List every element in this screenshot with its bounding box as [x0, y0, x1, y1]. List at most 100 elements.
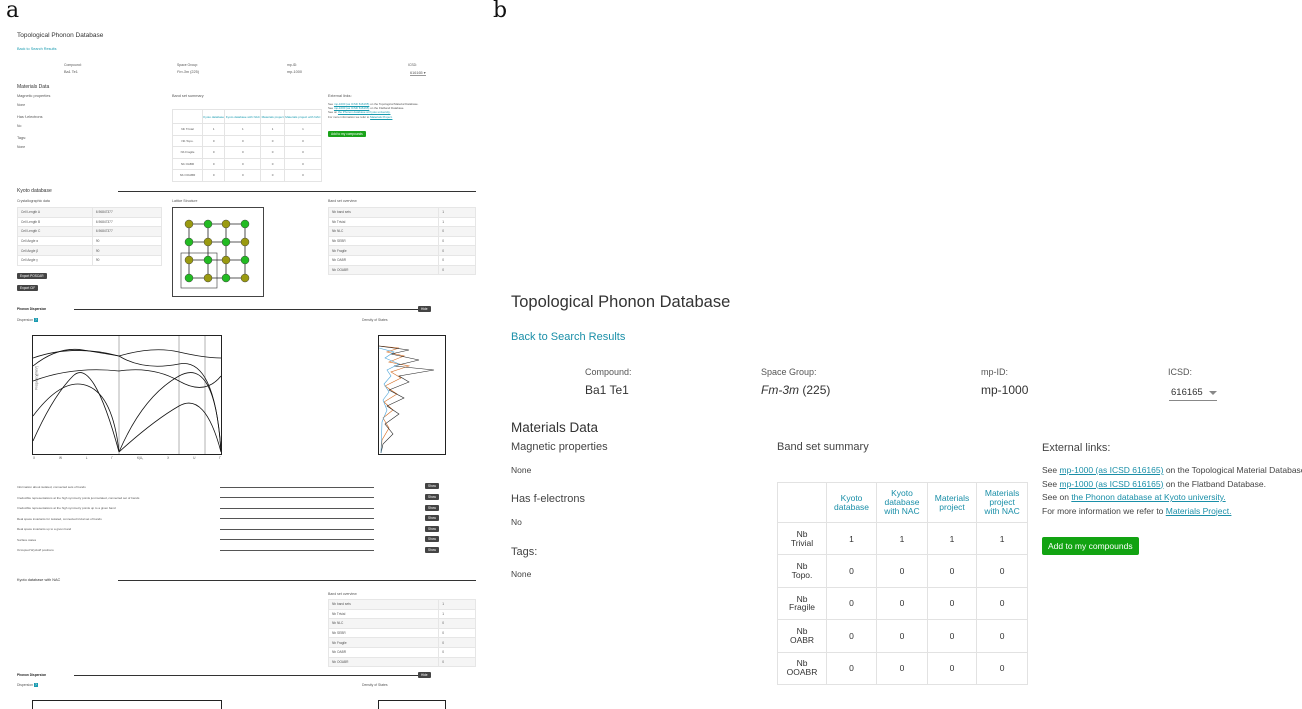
magnetic-label: Magnetic properties — [17, 94, 51, 98]
space-group-value: Fm-3m (225) — [761, 383, 831, 397]
space-group-label: Space Group: — [761, 367, 817, 377]
page-title: Topological Phonon Database — [511, 293, 731, 311]
kyoto-heading: Kyoto database — [17, 188, 52, 194]
nac-overview-heading: Band set overview — [328, 592, 357, 596]
panel-label-a: a — [6, 0, 20, 23]
compound-label: Compound: — [585, 367, 632, 377]
show-button-surface-states[interactable]: Show — [425, 536, 439, 542]
table-row: Nb Trivial 1111 — [777, 521, 1028, 556]
y-axis-label: Frequency[meV] — [34, 366, 39, 390]
magnetic-value: None — [17, 103, 26, 107]
magnetic-value: None — [511, 465, 532, 475]
section-divider — [74, 675, 420, 676]
mpid-value: mp-1000 — [981, 383, 1029, 397]
help-icon[interactable]: ? — [33, 683, 38, 687]
col-kyoto-nac: Kyoto database with NAC — [876, 482, 928, 523]
nac-phonon-heading: Phonon Dispersion — [17, 673, 47, 677]
k-point-labels: X W L Γ K|U₁ X U Γ — [33, 456, 221, 460]
add-to-compounds-button[interactable]: Add to my compounds — [328, 131, 366, 137]
f-electrons-label: Has f-electrons — [17, 115, 43, 119]
row-divider — [220, 487, 374, 488]
external-links-list: See mp-1000 (as ICSD 616165) on the Topo… — [1042, 465, 1302, 516]
tags-value: None — [511, 569, 532, 579]
show-button-irreps-set[interactable]: Show — [425, 494, 439, 500]
show-button-rsi-set[interactable]: Show — [425, 515, 439, 521]
space-group-value: Fm-3m (225) — [177, 70, 199, 74]
show-button-isolated-sets[interactable]: Show — [425, 483, 439, 489]
space-group-label: Space Group: — [177, 63, 198, 67]
hide-button[interactable]: Hide — [418, 306, 431, 312]
materials-data-heading: Materials Data — [511, 420, 599, 435]
magnetic-label: Magnetic properties — [511, 441, 608, 453]
dos-plot[interactable] — [378, 335, 446, 455]
icsd-label: ICSD: — [1168, 367, 1193, 377]
help-icon[interactable]: ? — [33, 318, 38, 322]
show-button-rsi-band[interactable]: Show — [425, 526, 439, 532]
tags-value: None — [17, 145, 26, 149]
show-button-irreps-band[interactable]: Show — [425, 505, 439, 511]
nac-dispersion-plot[interactable] — [32, 700, 222, 709]
band-summary-heading: Band set summary — [172, 94, 204, 98]
page-title: Topological Phonon Database — [17, 32, 104, 39]
tags-label: Tags: — [511, 546, 538, 558]
materials-project-link[interactable]: Materials Project. — [370, 115, 392, 119]
panel-label-b: b — [493, 0, 508, 23]
cryst-table: Cell Length A 6.96847377 Cell Length B 6.9… — [17, 207, 163, 266]
add-to-compounds-button[interactable]: Add to my compounds — [1042, 537, 1139, 555]
nac-dos-plot[interactable] — [378, 700, 446, 709]
table-row: Nb OOABR 0000 — [777, 651, 1028, 685]
mpid-label: mp-ID: — [981, 367, 1008, 377]
row-divider — [220, 550, 374, 551]
materials-data-heading: Materials Data — [17, 84, 50, 90]
nac-hide-button[interactable]: Hide — [418, 672, 431, 678]
show-button-wyckoff[interactable]: Show — [425, 547, 439, 553]
external-links-heading: External links: — [1042, 442, 1111, 454]
row-divider — [220, 508, 374, 509]
table-row: Nb OABR 0000 — [777, 619, 1028, 653]
col-materials-project: Materials project — [926, 482, 978, 523]
lattice-heading: Lattice Structure — [172, 199, 198, 203]
lattice-drawing — [180, 219, 250, 289]
table-row: Nb Fragile 0000 — [777, 586, 1028, 621]
icsd-select[interactable]: 616165 ▾ — [410, 70, 426, 76]
band-summary-heading: Band set summary — [777, 441, 869, 453]
info-rows: Information about isolated, connected se… — [17, 485, 140, 552]
chevron-down-icon — [1208, 390, 1217, 395]
f-electrons-value: No — [17, 124, 22, 128]
section-divider — [118, 580, 476, 581]
materials-project-link[interactable]: Materials Project. — [1166, 506, 1232, 516]
topo-db-link[interactable]: mp-1000 (as ICSD 616165) — [1060, 465, 1164, 475]
band-summary-table-a: Kyoto database Kyoto database with NAC M… — [172, 109, 323, 182]
flatband-db-link[interactable]: mp-1000 (as ICSD 616165) — [1060, 479, 1164, 489]
phonon-heading: Phonon Dispersion — [17, 307, 47, 311]
icsd-select[interactable]: 616165 — [1169, 387, 1217, 401]
lattice-structure-view[interactable] — [172, 207, 264, 297]
back-to-search-link[interactable]: Back to Search Results — [17, 47, 56, 51]
tags-label: Tags: — [17, 136, 27, 140]
export-poscar-button[interactable]: Export POSCAR — [17, 273, 47, 279]
dispersion-curves — [32, 336, 222, 454]
export-cif-button[interactable]: Export CIF — [17, 285, 39, 291]
section-divider — [74, 309, 420, 310]
dos-curves — [378, 345, 435, 454]
f-electrons-label: Has f-electrons — [511, 493, 585, 505]
dispersion-plot[interactable]: Frequency[meV] X W L Γ K|U₁ X U Γ — [32, 335, 222, 460]
nac-dispersion-label: Dispersion ? — [17, 683, 38, 687]
f-electrons-value: No — [511, 517, 522, 527]
external-links-list: See mp-1000 (as ICSD 616165) on the Topo… — [328, 102, 419, 119]
back-to-search-link[interactable]: Back to Search Results — [511, 331, 625, 343]
section-divider — [118, 191, 476, 192]
full-page-overview: Topological Phonon Database Back to Sear… — [12, 30, 478, 709]
row-divider — [220, 529, 374, 530]
dispersion-label: Dispersion ? — [17, 318, 38, 322]
page-header-detail: Topological Phonon Database Back to Sear… — [500, 280, 1302, 709]
band-overview-table: Nb band sets 1 Nb Trivial 1 Nb NLC 0 Nb SEB… — [327, 207, 476, 276]
compound-value: Ba1 Te1 — [585, 383, 629, 397]
external-links-heading: External links: — [328, 94, 352, 98]
kyoto-db-link[interactable]: the Phonon database at Kyoto university. — [1071, 492, 1225, 502]
col-kyoto: Kyoto database — [825, 482, 878, 523]
nac-dos-label: Density of States — [362, 683, 388, 687]
kyoto-nac-heading: Kyoto database with NAC — [17, 578, 61, 582]
compound-label: Compound: — [64, 63, 82, 67]
nac-band-overview-table: Nb band sets 1 Nb Trivial 1 Nb NLC 0 Nb SEB… — [327, 599, 476, 668]
